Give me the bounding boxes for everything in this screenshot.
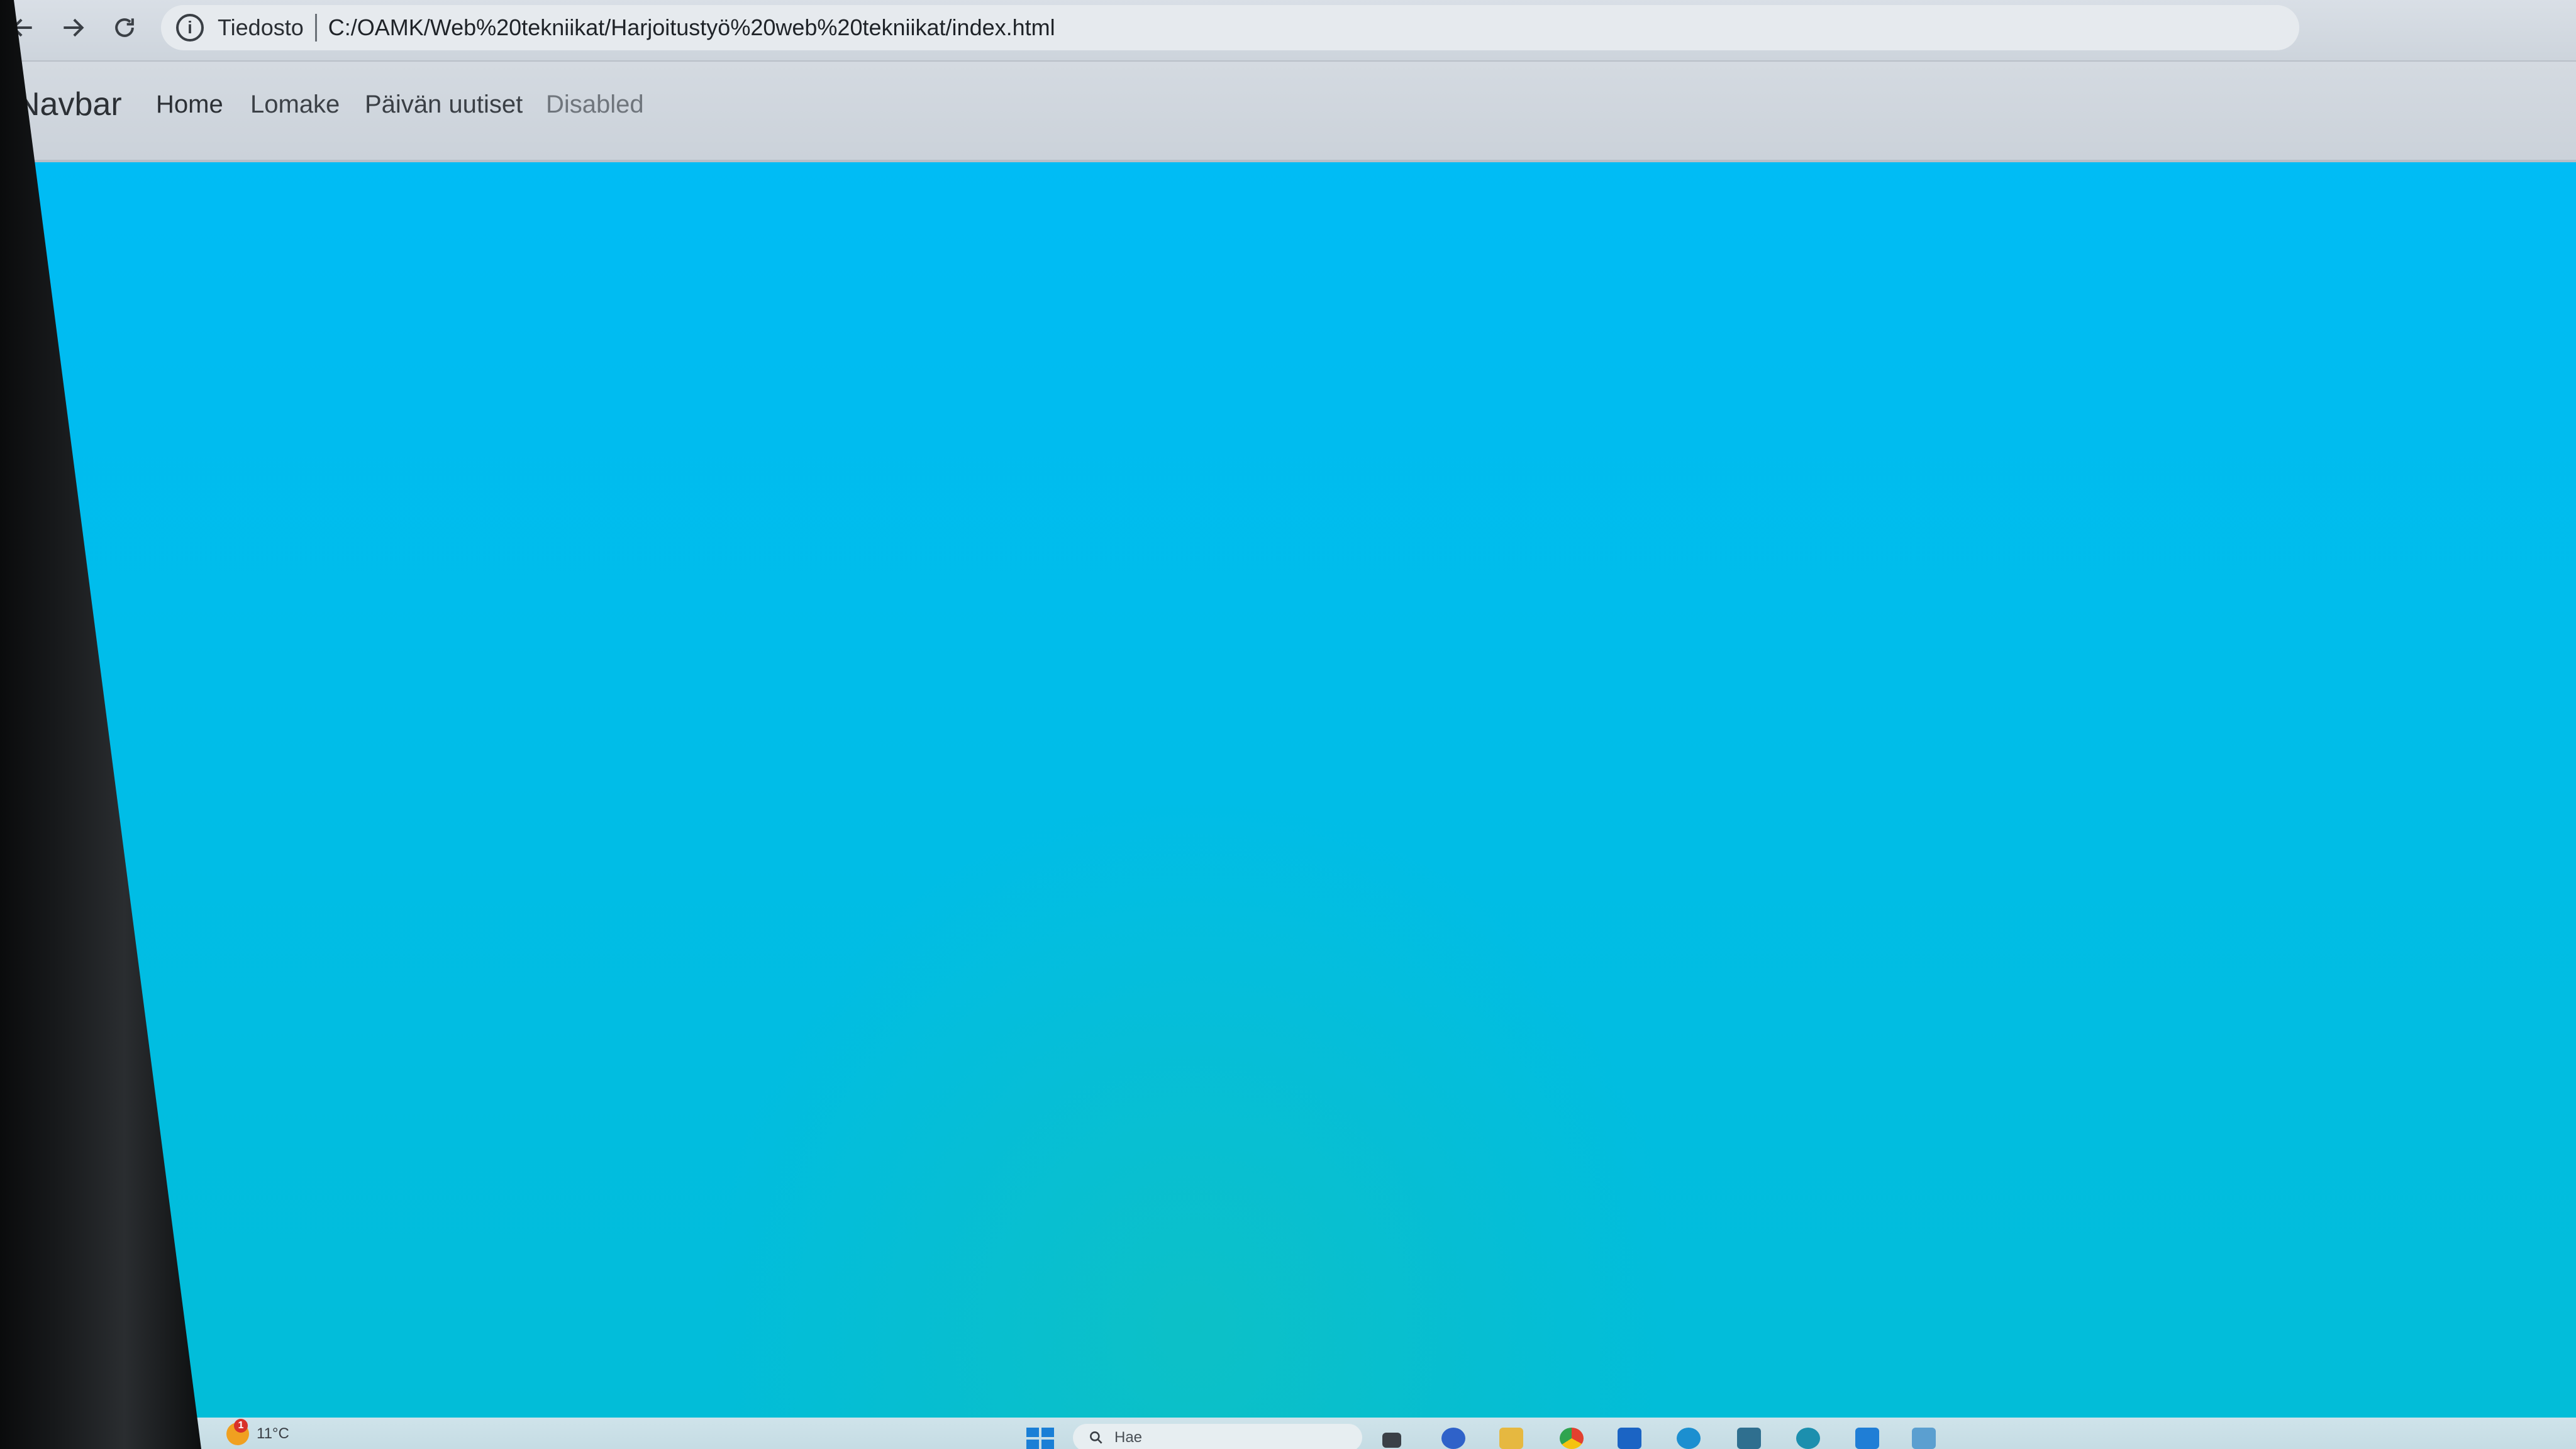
taskbar-search-box[interactable]: Hae — [1073, 1424, 1362, 1449]
nav-link-disabled: Disabled — [546, 91, 644, 118]
url-text[interactable]: C:/OAMK/Web%20tekniikat/Harjoitustyö%20w… — [328, 14, 1055, 41]
chrome-icon[interactable] — [1560, 1428, 1584, 1449]
main-content-area — [0, 162, 2576, 1418]
taskbar-search-placeholder: Hae — [1114, 1429, 1143, 1446]
weather-alert-badge: 1 — [234, 1419, 248, 1433]
address-divider — [314, 14, 317, 42]
info-icon[interactable]: i — [176, 14, 204, 42]
nav-link-paivan-uutiset[interactable]: Päivän uutiset — [365, 91, 523, 119]
folder-icon[interactable] — [1499, 1428, 1523, 1449]
browser-toolbar: i Tiedosto C:/OAMK/Web%20tekniikat/Harjo… — [0, 0, 2576, 62]
navbar-brand[interactable]: Navbar — [16, 86, 122, 123]
calculator-icon[interactable] — [1737, 1428, 1761, 1449]
edge-icon[interactable] — [1677, 1428, 1701, 1449]
monitor-screen: i Tiedosto C:/OAMK/Web%20tekniikat/Harjo… — [0, 0, 2576, 1449]
nav-link-lomake[interactable]: Lomake — [250, 91, 340, 119]
notepad-icon[interactable] — [1912, 1428, 1936, 1449]
reload-icon — [115, 18, 134, 37]
weather-temperature: 11°C — [257, 1425, 289, 1442]
weather-icon: 1 — [226, 1419, 249, 1445]
address-bar[interactable]: i Tiedosto C:/OAMK/Web%20tekniikat/Harjo… — [161, 5, 2299, 50]
weather-widget[interactable]: 1 11°C — [226, 1419, 289, 1445]
page-navbar: Navbar Home Lomake Päivän uutiset Disabl… — [0, 62, 2576, 162]
photo-viewport: i Tiedosto C:/OAMK/Web%20tekniikat/Harjo… — [0, 0, 2576, 1449]
search-icon — [1090, 1431, 1102, 1444]
vscode-icon[interactable] — [1855, 1428, 1879, 1449]
app-icon[interactable] — [1441, 1428, 1465, 1449]
windows-start-icon[interactable] — [1026, 1428, 1054, 1449]
forward-button[interactable] — [53, 8, 93, 48]
forward-arrow-icon — [64, 18, 84, 37]
mail-icon[interactable] — [1618, 1428, 1641, 1449]
network-icon[interactable] — [1796, 1428, 1820, 1449]
reload-button[interactable] — [104, 8, 145, 48]
site-scheme-label: Tiedosto — [218, 14, 304, 40]
nav-link-home[interactable]: Home — [156, 91, 223, 119]
task-view-icon[interactable] — [1382, 1433, 1401, 1448]
windows-taskbar: 1 11°C Hae — [0, 1418, 2576, 1449]
